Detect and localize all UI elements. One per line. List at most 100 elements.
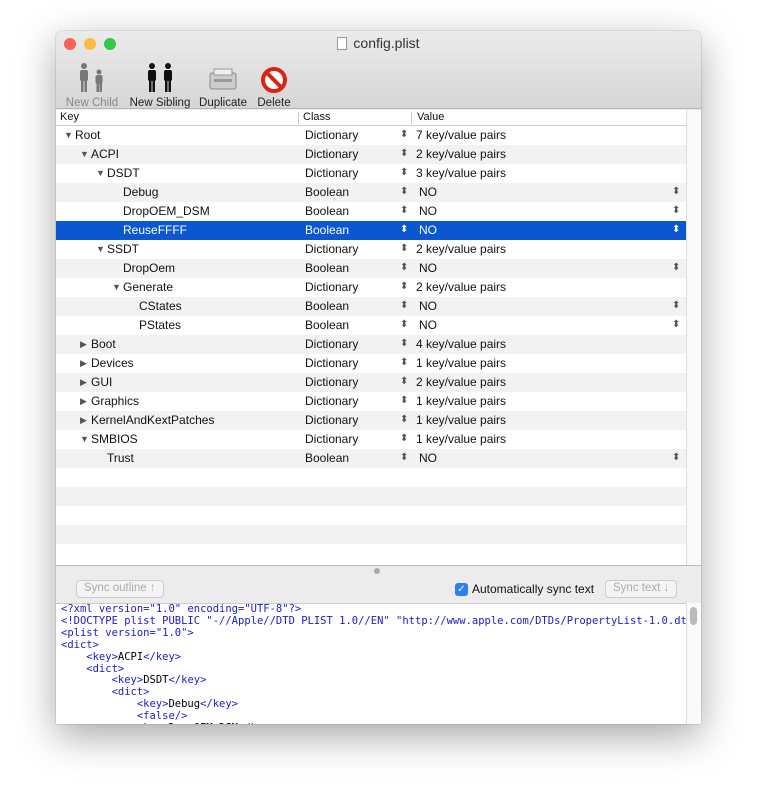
row-value[interactable]: NO [419, 204, 437, 218]
row-class[interactable]: Dictionary [305, 356, 358, 370]
outline-row[interactable]: ▶ Devices Dictionary ⬍ 1 key/value pairs [56, 354, 686, 373]
disclosure-open-icon[interactable]: ▼ [64, 130, 73, 140]
row-value[interactable]: 2 key/value pairs [416, 242, 506, 256]
row-class[interactable]: Dictionary [305, 337, 358, 351]
new-sibling-button[interactable]: New Sibling [124, 55, 196, 109]
xml-text-view[interactable]: <?xml version="1.0" encoding="UTF-8"?> <!… [56, 603, 686, 724]
row-value[interactable]: 2 key/value pairs [416, 375, 506, 389]
outline-view[interactable]: ▼ Root Dictionary ⬍ 7 key/value pairs ▼ ACPI Di… [56, 126, 686, 565]
column-key[interactable]: Key [60, 111, 79, 123]
row-value[interactable]: 1 key/value pairs [416, 413, 506, 427]
row-class[interactable]: Boolean [305, 299, 349, 313]
disclosure-closed-icon[interactable]: ▶ [80, 377, 87, 388]
row-value[interactable]: NO [419, 318, 437, 332]
sync-outline-button[interactable]: Sync outline ↑ [76, 580, 164, 598]
delete-button[interactable]: Delete [252, 55, 296, 109]
row-key[interactable]: ACPI [91, 147, 119, 161]
value-stepper-icon[interactable]: ⬍ [672, 224, 680, 235]
row-key[interactable]: Trust [107, 451, 134, 465]
value-stepper-icon[interactable]: ⬍ [672, 300, 680, 311]
row-class[interactable]: Dictionary [305, 147, 358, 161]
value-stepper-icon[interactable]: ⬍ [672, 452, 680, 463]
row-value[interactable]: NO [419, 185, 437, 199]
disclosure-open-icon[interactable]: ▼ [96, 168, 105, 178]
outline-row[interactable]: ▶ KernelAndKextPatches Dictionary ⬍ 1 key/va… [56, 411, 686, 430]
disclosure-open-icon[interactable]: ▼ [112, 282, 121, 292]
auto-sync-checkbox[interactable]: ✓ [455, 583, 468, 596]
duplicate-button[interactable]: Duplicate [196, 55, 250, 109]
value-stepper-icon[interactable]: ⬍ [672, 205, 680, 216]
class-stepper-icon[interactable]: ⬍ [400, 414, 408, 425]
class-stepper-icon[interactable]: ⬍ [400, 243, 408, 254]
sync-text-button[interactable]: Sync text ↓ [605, 580, 678, 598]
disclosure-closed-icon[interactable]: ▶ [80, 358, 87, 369]
scroll-thumb[interactable] [690, 607, 697, 625]
disclosure-open-icon[interactable]: ▼ [80, 434, 89, 444]
class-stepper-icon[interactable]: ⬍ [400, 205, 408, 216]
class-stepper-icon[interactable]: ⬍ [400, 433, 408, 444]
row-class[interactable]: Boolean [305, 204, 349, 218]
row-value[interactable]: 1 key/value pairs [416, 356, 506, 370]
disclosure-open-icon[interactable]: ▼ [80, 149, 89, 159]
class-stepper-icon[interactable]: ⬍ [400, 129, 408, 140]
row-key[interactable]: Graphics [91, 394, 139, 408]
outline-row[interactable]: ▼ Root Dictionary ⬍ 7 key/value pairs [56, 126, 686, 145]
outline-row[interactable]: ▶ Graphics Dictionary ⬍ 1 key/value pairs [56, 392, 686, 411]
row-class[interactable]: Boolean [305, 261, 349, 275]
column-value[interactable]: Value [417, 111, 444, 123]
row-class[interactable]: Dictionary [305, 394, 358, 408]
outline-row[interactable]: ReuseFFFF Boolean ⬍ NO ⬍ [56, 221, 686, 240]
row-key[interactable]: SMBIOS [91, 432, 138, 446]
outline-row[interactable]: Debug Boolean ⬍ NO ⬍ [56, 183, 686, 202]
row-key[interactable]: Boot [91, 337, 116, 351]
disclosure-closed-icon[interactable]: ▶ [80, 396, 87, 407]
row-key[interactable]: Devices [91, 356, 134, 370]
outline-row[interactable]: DropOEM_DSM Boolean ⬍ NO ⬍ [56, 202, 686, 221]
outline-row[interactable]: ▼ DSDT Dictionary ⬍ 3 key/value pairs [56, 164, 686, 183]
row-key[interactable]: DropOEM_DSM [123, 204, 210, 218]
disclosure-closed-icon[interactable]: ▶ [80, 415, 87, 426]
class-stepper-icon[interactable]: ⬍ [400, 376, 408, 387]
row-value[interactable]: NO [419, 223, 437, 237]
row-value[interactable]: NO [419, 451, 437, 465]
row-class[interactable]: Boolean [305, 185, 349, 199]
row-class[interactable]: Boolean [305, 223, 349, 237]
row-value[interactable]: 3 key/value pairs [416, 166, 506, 180]
row-key[interactable]: PStates [139, 318, 181, 332]
class-stepper-icon[interactable]: ⬍ [400, 148, 408, 159]
row-key[interactable]: DropOem [123, 261, 175, 275]
outline-row[interactable]: DropOem Boolean ⬍ NO ⬍ [56, 259, 686, 278]
row-value[interactable]: 4 key/value pairs [416, 337, 506, 351]
outline-row[interactable]: ▼ ACPI Dictionary ⬍ 2 key/value pairs [56, 145, 686, 164]
row-class[interactable]: Dictionary [305, 432, 358, 446]
row-class[interactable]: Boolean [305, 451, 349, 465]
row-class[interactable]: Dictionary [305, 128, 358, 142]
row-class[interactable]: Dictionary [305, 280, 358, 294]
class-stepper-icon[interactable]: ⬍ [400, 338, 408, 349]
outline-row[interactable]: ▼ SSDT Dictionary ⬍ 2 key/value pairs [56, 240, 686, 259]
row-class[interactable]: Boolean [305, 318, 349, 332]
new-child-button[interactable]: New Child [60, 55, 124, 109]
row-class[interactable]: Dictionary [305, 242, 358, 256]
row-key[interactable]: DSDT [107, 166, 140, 180]
row-class[interactable]: Dictionary [305, 375, 358, 389]
outline-row[interactable]: CStates Boolean ⬍ NO ⬍ [56, 297, 686, 316]
class-stepper-icon[interactable]: ⬍ [400, 167, 408, 178]
xml-scrollbar[interactable] [686, 603, 701, 724]
class-stepper-icon[interactable]: ⬍ [400, 319, 408, 330]
class-stepper-icon[interactable]: ⬍ [400, 186, 408, 197]
row-key[interactable]: Root [75, 128, 100, 142]
class-stepper-icon[interactable]: ⬍ [400, 262, 408, 273]
class-stepper-icon[interactable]: ⬍ [400, 357, 408, 368]
outline-scrollbar[interactable] [686, 110, 701, 565]
row-key[interactable]: KernelAndKextPatches [91, 413, 214, 427]
outline-row[interactable]: ▶ GUI Dictionary ⬍ 2 key/value pairs [56, 373, 686, 392]
value-stepper-icon[interactable]: ⬍ [672, 262, 680, 273]
class-stepper-icon[interactable]: ⬍ [400, 452, 408, 463]
row-value[interactable]: 7 key/value pairs [416, 128, 506, 142]
outline-row[interactable]: Trust Boolean ⬍ NO ⬍ [56, 449, 686, 468]
row-key[interactable]: GUI [91, 375, 112, 389]
row-key[interactable]: CStates [139, 299, 182, 313]
row-key[interactable]: ReuseFFFF [123, 223, 187, 237]
row-class[interactable]: Dictionary [305, 413, 358, 427]
